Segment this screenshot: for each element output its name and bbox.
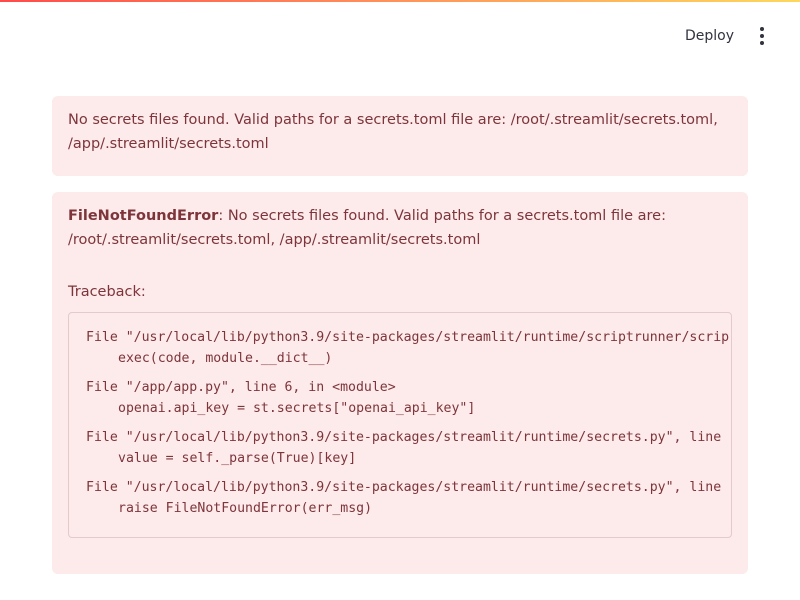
exception-name: FileNotFoundError xyxy=(68,208,219,224)
traceback-frame: File "/usr/local/lib/python3.9/site-pack… xyxy=(86,427,731,469)
traceback-frame: File "/usr/local/lib/python3.9/site-pack… xyxy=(86,327,731,369)
secrets-error-alert: No secrets files found. Valid paths for … xyxy=(52,96,748,176)
frame-location: File "/app/app.py", line 6, in <module> xyxy=(86,380,396,395)
traceback-frame: File "/usr/local/lib/python3.9/site-pack… xyxy=(86,477,731,519)
app-header: Deploy xyxy=(0,2,800,62)
traceback-label: Traceback: xyxy=(68,284,146,300)
exception-alert: FileNotFoundError: No secrets files foun… xyxy=(52,192,748,574)
frame-location: File "/usr/local/lib/python3.9/site-pack… xyxy=(86,330,730,345)
vertical-ellipsis-icon[interactable] xyxy=(752,24,772,48)
secrets-error-message: No secrets files found. Valid paths for … xyxy=(68,112,718,152)
traceback-frame: File "/app/app.py", line 6, in <module> … xyxy=(86,377,731,419)
menu-dot xyxy=(760,34,764,38)
frame-location: File "/usr/local/lib/python3.9/site-pack… xyxy=(86,480,722,495)
frame-code: exec(code, module.__dict__) xyxy=(118,351,333,366)
frame-code: value = self._parse(True)[key] xyxy=(118,451,357,466)
menu-dot xyxy=(760,41,764,45)
frame-code: raise FileNotFoundError(err_msg) xyxy=(118,501,373,516)
exception-summary: FileNotFoundError: No secrets files foun… xyxy=(68,204,732,252)
deploy-button[interactable]: Deploy xyxy=(685,26,734,46)
frame-code: openai.api_key = st.secrets["openai_api_… xyxy=(118,401,476,416)
menu-dot xyxy=(760,27,764,31)
frame-location: File "/usr/local/lib/python3.9/site-pack… xyxy=(86,430,722,445)
traceback-code-block[interactable]: File "/usr/local/lib/python3.9/site-pack… xyxy=(68,312,732,538)
